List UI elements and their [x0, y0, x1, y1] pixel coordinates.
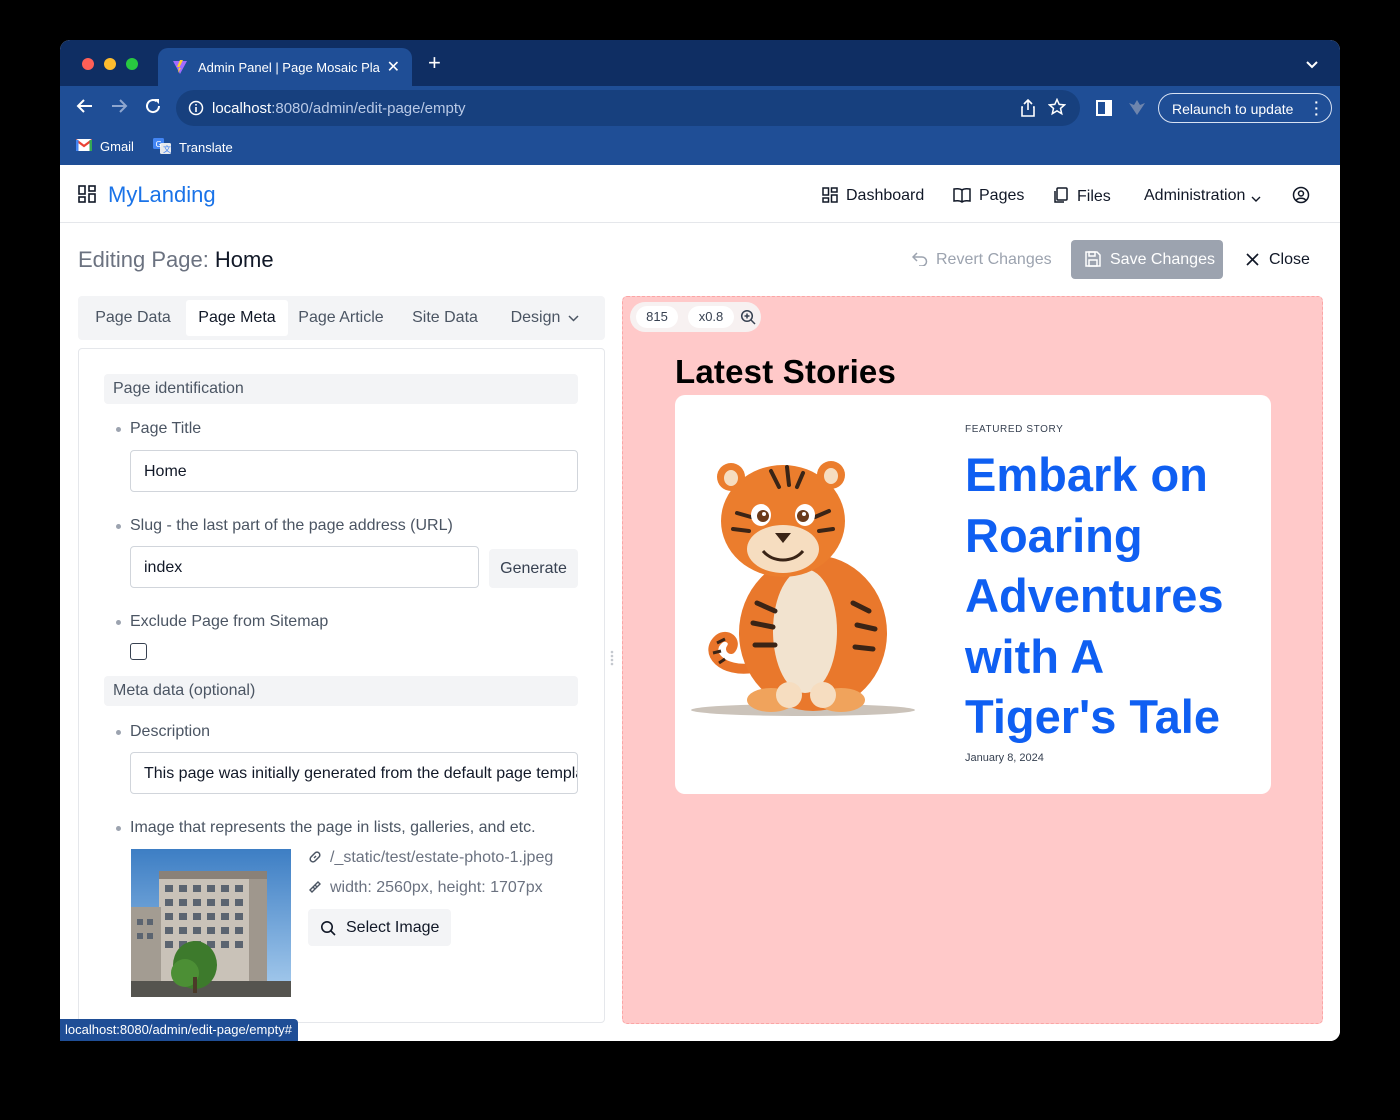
app-root: MyLanding Dashboard Pages Files Administ…	[60, 165, 1340, 1041]
extension-icon[interactable]	[1128, 98, 1146, 121]
side-panel-icon[interactable]	[1096, 100, 1112, 121]
preview-width-badge[interactable]: 815	[636, 306, 678, 328]
editor-tabs: Page Data Page Meta Page Article Site Da…	[78, 296, 605, 340]
chevron-down-icon	[568, 315, 579, 322]
tab-page-data[interactable]: Page Data	[84, 300, 182, 336]
more-menu-icon[interactable]: · · ·	[1314, 95, 1319, 121]
image-label: Image that represents the page in lists,…	[116, 819, 536, 836]
site-info-icon[interactable]	[188, 100, 204, 120]
window-maximize-button[interactable]	[126, 58, 138, 70]
resize-handle-icon[interactable]	[609, 650, 615, 671]
page-title-input[interactable]: Home	[130, 450, 578, 492]
tab-page-meta[interactable]: Page Meta	[186, 300, 288, 336]
generate-slug-button[interactable]: Generate	[489, 549, 578, 588]
close-icon	[1246, 253, 1259, 266]
featured-story-card[interactable]: FEATURED STORY Embark on Roaring Adventu…	[675, 395, 1271, 794]
revert-changes-button[interactable]: Revert Changes	[911, 251, 1052, 269]
user-account-icon[interactable]	[1292, 186, 1310, 209]
image-path-row: /_static/test/estate-photo-1.jpeg	[308, 849, 553, 867]
share-icon[interactable]	[1020, 98, 1036, 121]
undo-icon	[911, 252, 928, 267]
section-meta-data: Meta data (optional)	[104, 676, 578, 706]
exclude-sitemap-label: Exclude Page from Sitemap	[115, 613, 329, 630]
section-page-identification: Page identification	[104, 374, 578, 404]
preview-zoom-badge[interactable]: x0.8	[688, 306, 734, 328]
window-minimize-button[interactable]	[104, 58, 116, 70]
translate-icon: G文	[153, 138, 171, 157]
select-image-button[interactable]: Select Image	[308, 909, 451, 946]
story-headline[interactable]: Embark on Roaring Adventures with A Tige…	[965, 445, 1265, 748]
tab-search-chevron-icon[interactable]	[1306, 56, 1318, 74]
slug-label: Slug - the last part of the page address…	[116, 517, 453, 534]
search-icon	[321, 921, 336, 936]
address-bar[interactable]: localhost:8080/admin/edit-page/empty	[176, 90, 1080, 126]
story-date: January 8, 2024	[965, 752, 1044, 764]
app-header: MyLanding Dashboard Pages Files Administ…	[60, 165, 1340, 223]
image-dimensions-row: width: 2560px, height: 1707px	[308, 879, 543, 897]
tiger-illustration	[683, 453, 927, 723]
preview-section-title: Latest Stories	[675, 353, 897, 390]
nav-administration[interactable]: Administration	[1144, 187, 1261, 205]
browser-window: Admin Panel | Page Mosaic Pla ✕ + localh…	[60, 40, 1340, 1041]
featured-story-label: FEATURED STORY	[965, 424, 1064, 435]
tab-design[interactable]: Design	[500, 300, 590, 336]
ruler-icon	[309, 881, 321, 893]
chevron-down-icon	[1251, 196, 1261, 202]
status-bar-url: localhost:8080/admin/edit-page/empty#	[60, 1019, 298, 1041]
bookmark-translate[interactable]: G文 Translate	[153, 138, 233, 156]
bookmark-star-icon[interactable]	[1047, 97, 1067, 120]
back-arrow-icon[interactable]	[76, 97, 94, 120]
bookmark-gmail[interactable]: Gmail	[75, 138, 134, 156]
preview-view-controls: 815 x0.8	[630, 302, 761, 332]
close-button[interactable]: Close	[1246, 251, 1310, 269]
page-image-thumbnail	[131, 849, 291, 997]
description-input[interactable]: This page was initially generated from t…	[130, 752, 578, 794]
tab-page-article[interactable]: Page Article	[290, 300, 392, 336]
zoom-in-icon[interactable]	[740, 309, 756, 328]
tab-site-data[interactable]: Site Data	[400, 300, 490, 336]
browser-tabbar: Admin Panel | Page Mosaic Pla ✕ +	[60, 40, 1340, 86]
dashboard-icon	[822, 187, 838, 203]
save-disk-icon	[1085, 251, 1101, 267]
slug-input[interactable]: index	[130, 546, 479, 588]
tab-title: Admin Panel | Page Mosaic Pla	[198, 60, 380, 75]
description-label: Description	[115, 723, 211, 740]
link-icon	[309, 851, 321, 863]
forward-arrow-icon[interactable]	[110, 97, 128, 120]
files-icon	[1054, 187, 1068, 203]
exclude-sitemap-checkbox[interactable]	[130, 643, 147, 660]
page-title-label: Page Title	[115, 420, 202, 437]
page-meta-form: Page identification Page Title Home Slug…	[78, 348, 605, 1023]
new-tab-button[interactable]: +	[428, 52, 441, 74]
relaunch-button[interactable]: Relaunch to update · · ·	[1158, 93, 1332, 123]
app-logo[interactable]: MyLanding	[108, 182, 216, 208]
logo-grid-icon	[78, 185, 96, 208]
vite-favicon-icon	[172, 59, 188, 78]
browser-tab-active[interactable]: Admin Panel | Page Mosaic Pla ✕	[158, 48, 412, 86]
editing-page-name: Home	[214, 247, 274, 272]
nav-pages[interactable]: Pages	[953, 187, 1024, 205]
nav-dashboard[interactable]: Dashboard	[822, 187, 924, 205]
nav-files[interactable]: Files	[1053, 187, 1111, 206]
url-text[interactable]: localhost:8080/admin/edit-page/empty	[212, 100, 466, 117]
svg-text:G: G	[156, 140, 162, 149]
svg-text:文: 文	[163, 144, 171, 154]
book-icon	[953, 187, 971, 203]
browser-toolbar: localhost:8080/admin/edit-page/empty Rel…	[60, 86, 1340, 128]
window-close-button[interactable]	[82, 58, 94, 70]
reload-icon[interactable]	[144, 97, 162, 120]
gmail-icon	[75, 139, 93, 154]
page-title: Editing Page: Home	[78, 247, 274, 272]
bookmarks-bar: Gmail G文 Translate	[60, 128, 1340, 165]
page-preview[interactable]: 815 x0.8 Latest Stories FEATURED STORY E…	[622, 296, 1323, 1024]
tab-close-icon[interactable]: ✕	[387, 57, 400, 77]
save-changes-button[interactable]: Save Changes	[1071, 240, 1223, 279]
